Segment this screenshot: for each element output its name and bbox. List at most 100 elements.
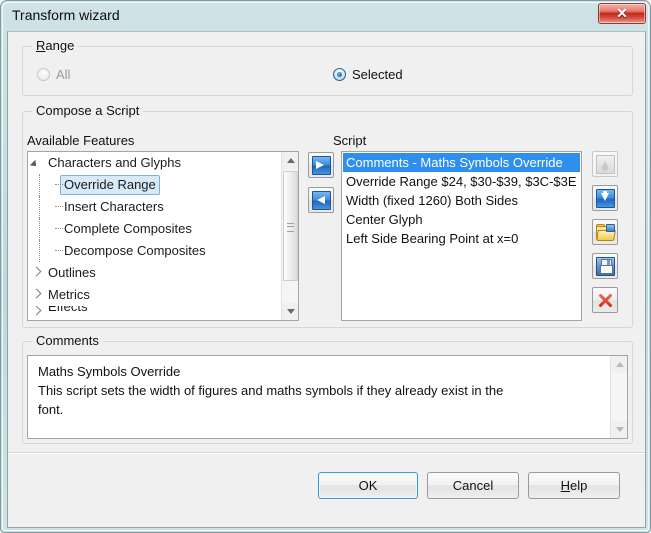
script-list[interactable]: Comments - Maths Symbols Override Overrid… [341,151,582,321]
tree-guide-line [39,174,40,196]
tree-item-label: Metrics [48,287,90,302]
close-button[interactable]: ✕ [598,3,646,24]
remove-from-script-button[interactable] [308,187,334,213]
tree-item-label: Characters and Glyphs [48,155,181,170]
tree-item-label: Insert Characters [64,199,164,214]
radio-selected-label: Selected [352,67,403,82]
help-button[interactable]: Help [528,472,620,499]
script-list-rows[interactable]: Comments - Maths Symbols Override Overrid… [343,153,580,319]
title-bar[interactable]: Transform wizard ✕ [1,1,650,31]
available-features-tree-rows[interactable]: Characters and Glyphs Override Range Inser… [28,152,280,320]
range-group-label-rest: ange [45,38,75,53]
comments-text-content: Maths Symbols Override This script sets … [38,362,603,419]
arrow-down-icon [615,427,624,432]
arrow-up-icon [286,158,295,163]
arrow-left-icon [311,190,331,210]
comments-textarea[interactable]: Maths Symbols Override This script sets … [27,355,628,439]
ok-button[interactable]: OK [318,472,418,499]
tree-expand-icon[interactable] [28,262,44,284]
arrow-up-icon [595,154,615,174]
tree-elbow-line [55,228,63,229]
delete-x-icon [597,292,613,308]
footer-separator [8,452,645,454]
arrow-down-icon [286,309,295,314]
script-caption: Script [333,133,367,148]
help-button-rest: elp [570,478,588,493]
arrow-right-icon [311,155,331,175]
available-features-tree[interactable]: Characters and Glyphs Override Range Inser… [27,151,299,321]
script-list-item[interactable]: Center Glyph [343,210,580,229]
radio-selected[interactable]: Selected [333,67,403,82]
radio-selected-indicator[interactable] [333,68,346,81]
tree-collapse-icon[interactable] [28,152,44,174]
tree-item-label: Decompose Composites [64,243,206,258]
tree-elbow-line [55,206,63,207]
move-down-button[interactable] [592,185,618,211]
compose-script-group-label: Compose a Script [32,103,144,118]
radio-all-indicator[interactable] [37,68,50,81]
tree-item[interactable]: Effects [28,306,280,317]
help-button-accel: H [560,478,571,493]
tree-guide-line [39,196,40,218]
script-list-item[interactable]: Width (fixed 1260) Both Sides [343,191,580,210]
tree-item[interactable]: Decompose Composites [28,240,280,262]
tree-guide-line [39,218,40,240]
move-up-button[interactable] [592,151,618,177]
tree-item[interactable]: Metrics [28,284,280,306]
folder-badge-part [605,224,615,232]
tree-elbow-line [55,184,63,185]
open-script-button[interactable] [592,219,618,245]
available-features-scrollbar[interactable] [281,152,298,320]
radio-all[interactable]: All [37,67,70,82]
scroll-up-button[interactable] [282,152,298,169]
cancel-button[interactable]: Cancel [427,472,519,499]
tree-guide-line [39,240,40,262]
radio-all-label: All [56,67,71,82]
open-folder-icon [595,224,616,241]
dialog-client-area: Range All Selected Compose a Script Avai… [7,31,646,528]
available-features-caption: Available Features [27,133,135,148]
tree-item[interactable]: Override Range [28,174,280,196]
scroll-down-button[interactable] [282,303,298,320]
window-title: Transform wizard [12,7,120,23]
tree-item[interactable]: Outlines [28,262,280,284]
floppy-label-part [599,264,613,274]
tree-item-label: Effects [48,306,88,314]
comments-scroll-down-button[interactable] [611,421,627,438]
comments-scroll-up-button[interactable] [611,356,627,373]
comments-group-label: Comments [32,333,103,348]
tree-item[interactable]: Complete Composites [28,218,280,240]
save-floppy-icon [595,256,615,276]
save-script-button[interactable] [592,253,618,279]
script-list-item[interactable]: Left Side Bearing Point at x=0 [343,229,580,248]
range-groupbox: Range All Selected [22,38,633,96]
tree-elbow-line [55,250,63,251]
scrollbar-thumb[interactable] [283,171,298,281]
comments-line-3: font. [38,402,64,417]
tree-item-label: Override Range [60,175,160,195]
add-to-script-button[interactable] [308,152,334,178]
tree-item-label: Complete Composites [64,221,192,236]
arrow-down-icon [595,188,615,208]
transform-wizard-window: Transform wizard ✕ Range All Selected Co… [0,0,651,533]
comments-scrollbar[interactable] [610,356,627,438]
tree-item[interactable]: Insert Characters [28,196,280,218]
range-group-label-accel: R [36,38,46,53]
tree-item-label: Outlines [48,265,96,280]
close-icon: ✕ [616,5,628,21]
range-group-label: Range [32,38,79,53]
tree-expand-icon[interactable] [28,284,44,306]
script-list-item[interactable]: Comments - Maths Symbols Override [343,153,580,172]
delete-script-button[interactable] [592,287,618,313]
script-list-item[interactable]: Override Range $24, $30-$39, $3C-$3E [343,172,580,191]
tree-expand-icon[interactable] [28,306,44,317]
tree-item[interactable]: Characters and Glyphs [28,152,280,174]
